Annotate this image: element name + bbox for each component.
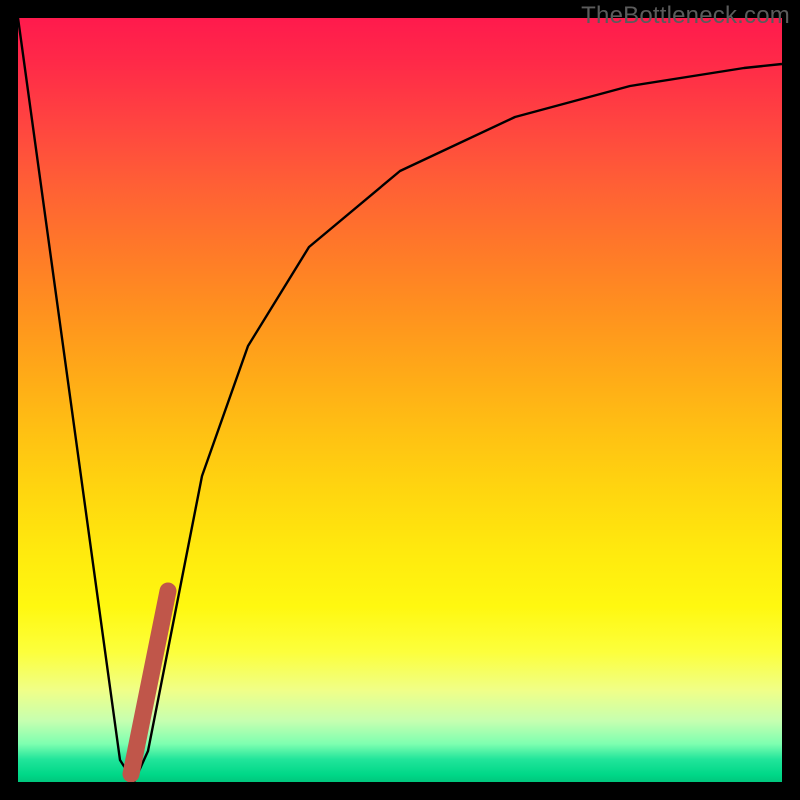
- chart-plot-area: [18, 18, 782, 782]
- watermark-text: TheBottleneck.com: [581, 2, 790, 30]
